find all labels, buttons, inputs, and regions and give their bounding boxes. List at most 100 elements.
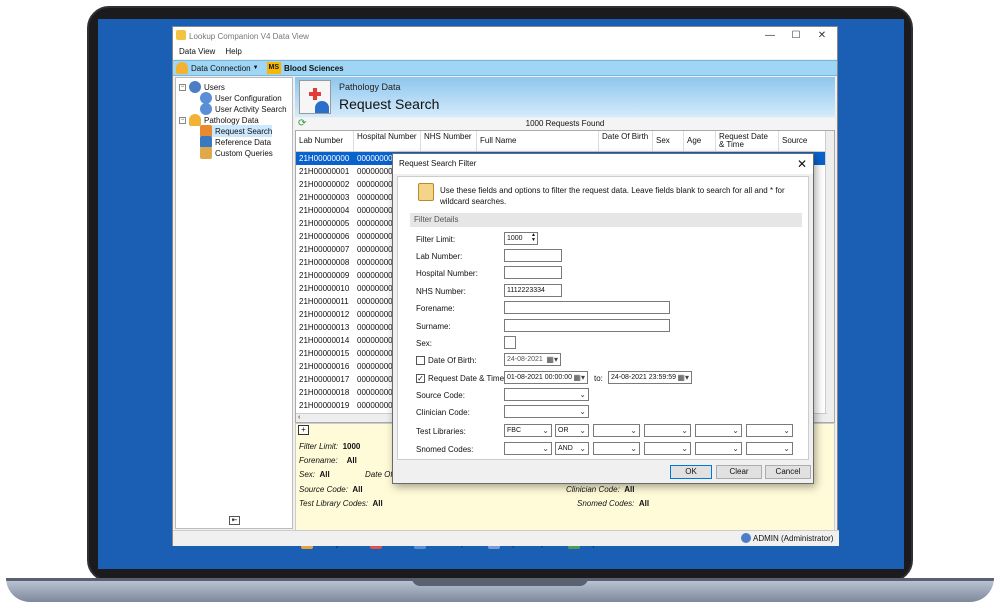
current-user: ADMIN (Administrator) xyxy=(753,534,834,543)
label: Test Library Codes: xyxy=(299,499,369,508)
value: All xyxy=(624,485,635,494)
request-from-value: 01-08-2021 00:00:00 xyxy=(507,374,572,381)
col-request-date-time[interactable]: Request Date & Time xyxy=(716,131,779,151)
label: Clinician Code: xyxy=(566,485,620,494)
nhs-number-field[interactable]: 1112223334 xyxy=(504,284,562,297)
value: All xyxy=(352,485,363,494)
chevron-down-icon: ▼ xyxy=(252,65,259,71)
collapse-sidebar-icon[interactable]: ⇤ xyxy=(229,516,240,525)
chevron-down-icon: ⌄ xyxy=(732,426,739,435)
tree-custom-queries[interactable]: Custom Queries xyxy=(200,147,273,159)
to-label: to: xyxy=(594,374,603,383)
col-lab-number[interactable]: Lab Number xyxy=(296,131,354,151)
label: Filter Limit: xyxy=(299,442,339,451)
lab-number-cell: 21H00000019 xyxy=(299,401,350,410)
lab-number-cell: 21H00000000 xyxy=(299,154,350,163)
custom-queries-icon xyxy=(200,147,212,159)
snomed-operator[interactable]: AND ⌄ xyxy=(555,442,589,455)
lab-number-cell: 21H00000014 xyxy=(299,336,350,345)
cancel-button[interactable]: Cancel xyxy=(765,465,811,479)
test-library-select-3[interactable]: ⌄ xyxy=(644,424,691,437)
summary-snomed: Snomed Codes: All xyxy=(577,499,649,508)
results-count-bar: ⟳ 1000 Requests Found xyxy=(295,118,835,130)
forename-label: Forename: xyxy=(416,304,455,313)
calendar-icon[interactable]: ▦▾ xyxy=(677,372,689,383)
lab-number-cell: 21H00000006 xyxy=(299,232,350,241)
minimize-button[interactable]: — xyxy=(759,29,781,42)
label: Forename: xyxy=(299,456,338,465)
lab-number-cell: 21H00000004 xyxy=(299,206,350,215)
add-row-icon[interactable]: + xyxy=(298,425,309,435)
dialog-body: Use these fields and options to filter t… xyxy=(397,176,809,460)
collapse-icon[interactable]: − xyxy=(179,116,186,124)
chevron-down-icon: ⌄ xyxy=(579,444,586,453)
test-library-operator[interactable]: OR ⌄ xyxy=(555,424,589,437)
lab-number-cell: 21H00000017 xyxy=(299,375,350,384)
summary-sex: Sex: All xyxy=(299,470,330,479)
request-to-picker[interactable]: 24-08-2021 23:59:59 ▦▾ xyxy=(608,371,692,384)
col-age[interactable]: Age xyxy=(684,131,716,151)
lab-number-cell: 21H00000012 xyxy=(299,310,350,319)
col-date-of-birth[interactable]: Date Of Birth xyxy=(599,131,653,151)
chevron-down-icon: ⌄ xyxy=(579,426,586,435)
refresh-icon[interactable]: ⟳ xyxy=(298,118,306,130)
calendar-icon[interactable]: ▦▾ xyxy=(546,354,558,365)
snomed-select-4[interactable]: ⌄ xyxy=(695,442,742,455)
data-connection-button[interactable]: Data Connection ▼ xyxy=(176,62,259,74)
forename-field[interactable] xyxy=(504,301,670,314)
request-dt-checkbox[interactable]: ✓ xyxy=(416,374,425,383)
chevron-down-icon: ⌄ xyxy=(579,390,586,399)
snomed-select-1[interactable]: ⌄ xyxy=(504,442,552,455)
ok-button[interactable]: OK xyxy=(670,465,712,479)
calendar-icon[interactable]: ▦▾ xyxy=(573,372,585,383)
maximize-button[interactable]: ☐ xyxy=(785,29,807,42)
snomed-select-2[interactable]: ⌄ xyxy=(593,442,640,455)
col-source[interactable]: Source xyxy=(779,131,827,151)
spinner-icon[interactable]: ▲ ▼ xyxy=(531,233,536,243)
dob-checkbox[interactable] xyxy=(416,356,425,365)
lab-number-label: Lab Number: xyxy=(416,252,463,261)
hospital-number-label: Hospital Number: xyxy=(416,269,478,278)
dob-date-picker[interactable]: 24-08-2021 ▦▾ xyxy=(504,353,561,366)
surname-field[interactable] xyxy=(504,319,670,332)
test-library-value: FBC xyxy=(507,427,521,434)
col-full-name[interactable]: Full Name xyxy=(477,131,599,151)
snomed-select-5[interactable]: ⌄ xyxy=(746,442,793,455)
department-label[interactable]: Blood Sciences xyxy=(284,64,344,73)
collapse-icon[interactable]: − xyxy=(179,83,186,91)
filter-limit-stepper[interactable]: 1000 ▲ ▼ xyxy=(504,232,538,245)
clinician-code-select[interactable]: ⌄ xyxy=(504,405,589,418)
summary-test-library: Test Library Codes: All xyxy=(299,499,383,508)
dialog-clear-button[interactable]: Clear xyxy=(716,465,762,479)
menu-help[interactable]: Help xyxy=(225,45,241,59)
lab-number-cell: 21H00000005 xyxy=(299,219,350,228)
menu-data-view[interactable]: Data View xyxy=(179,45,215,59)
lab-number-cell: 21H00000008 xyxy=(299,258,350,267)
request-from-picker[interactable]: 01-08-2021 00:00:00 ▦▾ xyxy=(504,371,588,384)
vertical-scrollbar[interactable] xyxy=(825,131,834,422)
page-title: Request Search xyxy=(339,96,440,112)
close-window-button[interactable]: ✕ xyxy=(811,29,833,42)
close-icon[interactable]: ✕ xyxy=(797,157,807,171)
col-sex[interactable]: Sex xyxy=(653,131,684,151)
sex-field[interactable] xyxy=(504,336,516,349)
test-library-select-4[interactable]: ⌄ xyxy=(695,424,742,437)
lab-number-field[interactable] xyxy=(504,249,562,262)
department-badge: MS xyxy=(266,62,282,74)
source-code-select[interactable]: ⌄ xyxy=(504,388,589,401)
col-hospital-number[interactable]: Hospital Number xyxy=(354,131,421,151)
main-toolbar: Data Connection ▼ MS Blood Sciences xyxy=(173,60,837,76)
lab-number-cell: 21H00000001 xyxy=(299,167,350,176)
value: All xyxy=(346,456,357,465)
summary-filter-limit: Filter Limit: 1000 xyxy=(299,442,360,451)
col-nhs-number[interactable]: NHS Number xyxy=(421,131,477,151)
test-library-select-1[interactable]: FBC ⌄ xyxy=(504,424,552,437)
test-library-select-2[interactable]: ⌄ xyxy=(593,424,640,437)
chevron-down-icon: ⌄ xyxy=(542,426,549,435)
test-library-select-5[interactable]: ⌄ xyxy=(746,424,793,437)
snomed-select-3[interactable]: ⌄ xyxy=(644,442,691,455)
results-count: 1000 Requests Found xyxy=(525,119,605,128)
hospital-number-field[interactable] xyxy=(504,266,562,279)
summary-source-code: Source Code: All xyxy=(299,485,363,494)
nhs-number-label: NHS Number: xyxy=(416,287,466,296)
